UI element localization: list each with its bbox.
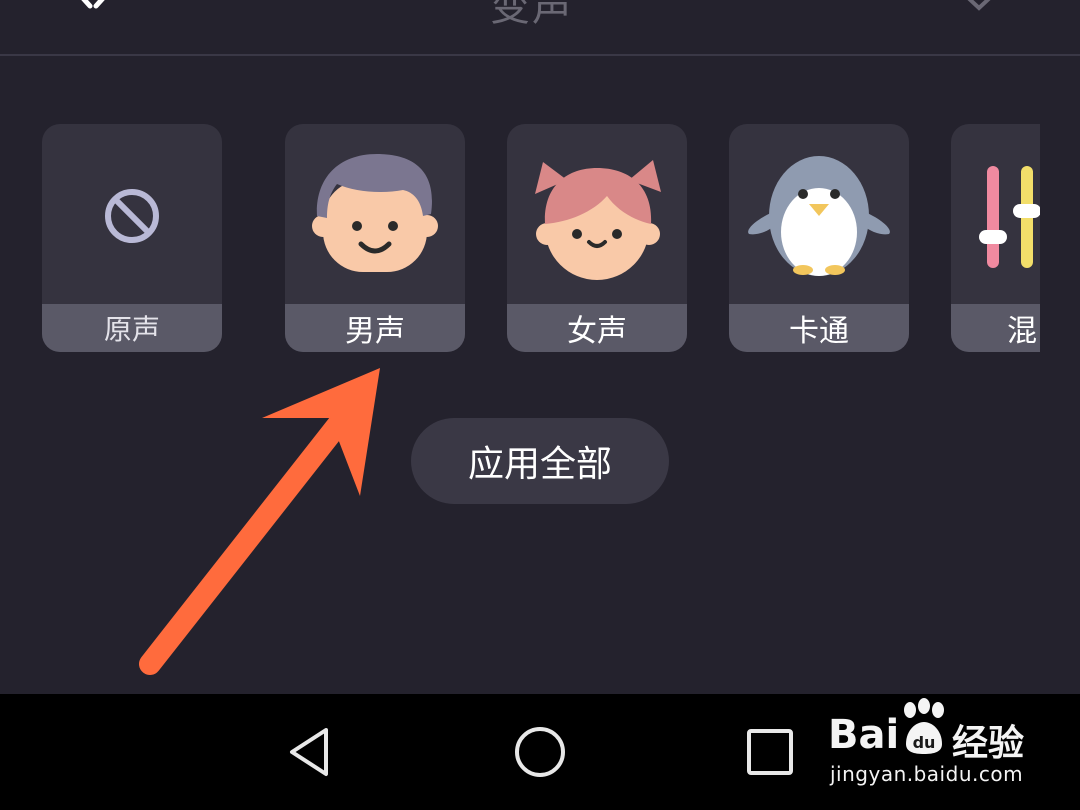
home-circle-icon[interactable] <box>510 722 570 782</box>
annotation-arrow <box>139 368 380 675</box>
watermark-brand-mark: du <box>913 733 936 752</box>
watermark-url: jingyan.baidu.com <box>830 762 1024 786</box>
effect-label: 女声 <box>507 304 687 352</box>
recents-square-icon[interactable] <box>740 722 800 782</box>
effect-label: 男声 <box>285 304 465 352</box>
girl-face-icon <box>535 160 661 280</box>
boy-face-icon <box>312 154 438 272</box>
effect-card-female[interactable]: 女声 <box>507 124 687 352</box>
effect-card-mix[interactable]: 混 <box>951 124 1040 352</box>
top-bar: 变声 <box>0 0 1080 56</box>
effect-label: 卡通 <box>729 304 909 352</box>
effect-label: 混 <box>951 304 1040 352</box>
paw-logo-icon: du <box>904 698 944 754</box>
back-triangle-icon[interactable] <box>282 722 342 782</box>
penguin-icon <box>748 156 890 276</box>
voice-effects-strip[interactable]: 原声 男声 女声 卡通 混 <box>0 124 1040 354</box>
disabled-circle-icon <box>105 189 159 243</box>
page-title: 变声 <box>490 0 574 30</box>
watermark-suffix: 经验 <box>952 723 1025 764</box>
mixer-sliders-icon <box>979 166 1040 268</box>
chevron-down-icon[interactable] <box>958 0 1000 12</box>
header-divider <box>0 54 1080 56</box>
effect-card-original[interactable]: 原声 <box>42 124 222 352</box>
close-icon[interactable] <box>66 0 122 20</box>
apply-all-button[interactable]: 应用全部 <box>411 418 669 504</box>
effect-card-cartoon[interactable]: 卡通 <box>729 124 909 352</box>
baidu-watermark: du Bai 经验 jingyan.baidu.com <box>828 698 1080 790</box>
effect-label: 原声 <box>42 304 222 352</box>
effect-card-male[interactable]: 男声 <box>285 124 465 352</box>
watermark-brand: Bai <box>828 712 900 758</box>
